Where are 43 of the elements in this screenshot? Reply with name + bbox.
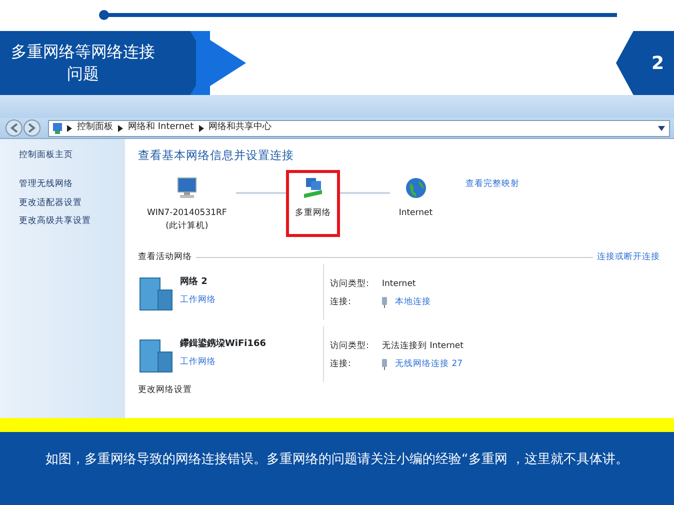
field-label: 访问类型: [330, 278, 370, 291]
field-label: 访问类型: [330, 340, 370, 353]
dropdown-icon [658, 126, 665, 130]
breadcrumb-item[interactable]: 网络和共享中心 [208, 121, 272, 135]
connection-link[interactable]: 本地连接 [395, 296, 431, 308]
section-heading: 查看基本网络信息并设置连接 [138, 147, 294, 164]
plug-icon [382, 358, 387, 370]
breadcrumb-item[interactable]: 控制面板 [77, 121, 113, 135]
arrow-icon [67, 124, 72, 132]
field-value: 无法连接到 Internet [382, 340, 464, 353]
plug-icon [382, 296, 387, 308]
server-icon [138, 338, 174, 374]
arrow-icon [118, 124, 123, 132]
field-value: Internet [382, 278, 416, 291]
node-sublabel: (此计算机) [166, 220, 208, 233]
globe-icon [404, 177, 427, 200]
network-category-link[interactable]: 工作网络 [180, 356, 266, 368]
connect-link[interactable]: 连接或断开连接 [597, 251, 660, 264]
sidebar-link[interactable]: 管理无线网络 [19, 178, 125, 190]
full-map-link[interactable]: 查看完整映射 [466, 178, 520, 191]
control-panel-icon [53, 122, 62, 134]
network-category-link[interactable]: 工作网络 [180, 294, 216, 306]
node-label: 多重网络 [294, 207, 331, 220]
arrow-icon [198, 124, 204, 132]
field-label: 连接: [330, 296, 352, 308]
sidebar-link[interactable]: 控制面板主页 [19, 149, 125, 162]
network-name: 网络 2 [180, 276, 208, 289]
network-icon [302, 177, 324, 200]
section-heading: 更改网络设置 [138, 384, 193, 397]
computer-icon [176, 177, 198, 200]
breadcrumb-item[interactable]: 网络和 Internet [128, 121, 194, 135]
connection-link[interactable]: 无线网络连接 27 [395, 358, 463, 370]
node-label: Internet [398, 207, 433, 220]
server-icon [138, 276, 174, 312]
node-label: WIN7-20140531RF [147, 207, 227, 220]
sidebar-link[interactable]: 更改适配器设置 [19, 196, 125, 210]
network-name: 鑻鍓鍙鎸垜WiFi166 [180, 338, 266, 351]
address-bar[interactable]: 控制面板 网络和 Internet 网络和共享中心 [48, 120, 670, 136]
page-number: 2 [616, 31, 674, 95]
caption-text: 如图，多重网络导致的网络连接错误。多重网络的问题请关注小编的经验“多重网 ，这里就不具体讲。 [44, 451, 630, 469]
section-heading: 查看活动网络 [138, 251, 192, 264]
field-label: 连接: [330, 358, 352, 370]
sidebar-link[interactable]: 更改高级共享设置 [19, 215, 125, 228]
